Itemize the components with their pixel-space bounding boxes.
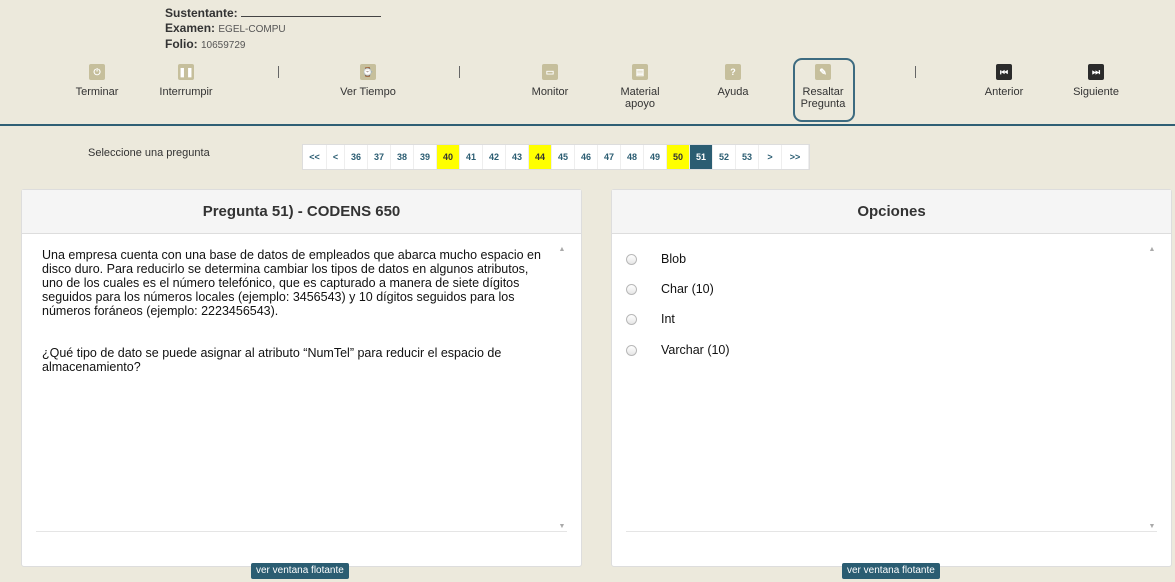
pager-question-45[interactable]: 45 [552,145,575,169]
material-label-1: Material [620,86,660,98]
scroll-up-icon[interactable]: ▲ [557,246,567,253]
ayuda-button[interactable]: ? Ayuda [693,64,773,98]
interrumpir-button[interactable]: ❚❚ Interrumpir [146,64,226,98]
resaltar-pregunta-button[interactable]: ✎ Resaltar Pregunta [783,64,863,110]
option-int[interactable]: Int [626,312,675,326]
pager-question-36[interactable]: 36 [345,145,368,169]
pager-nav-button[interactable]: < [327,145,345,169]
folio-value: 10659729 [201,40,246,51]
option-char[interactable]: Char (10) [626,282,714,296]
examen-label: Examen: [165,21,216,35]
ayuda-label: Ayuda [717,86,749,98]
float-window-button[interactable]: ver ventana flotante [842,563,940,579]
anterior-label: Anterior [984,86,1024,98]
scroll-down-icon[interactable]: ▼ [1147,523,1157,530]
toolbar-separator [459,66,460,78]
radio-button[interactable] [626,283,637,295]
pager-question-49[interactable]: 49 [644,145,667,169]
sustentante-line [241,7,382,17]
question-title: Pregunta 51) - CODENS 650 [22,190,581,234]
options-panel: Opciones Blob Char (10) Int Varchar (10)… [611,189,1172,567]
skip-forward-icon: ⏭ [1088,64,1104,80]
exam-header: Sustentante: Examen: EGEL-COMPU Folio: 1… [0,0,1175,126]
question-pager: << <36 37 38 39 40 41 42 43 44 45 46 47 48 49 50 51 52 53 >… [302,144,810,170]
panel-divider [36,531,567,532]
resaltar-label-1: Resaltar [802,86,844,98]
question-text: Una empresa cuenta con una base de datos… [42,248,542,402]
pager-question-37[interactable]: 37 [368,145,391,169]
resaltar-label-2: Pregunta [800,98,846,110]
material-label-2: apoyo [625,98,655,110]
toolbar-separator [278,66,279,78]
ver-tiempo-button[interactable]: ⌚ Ver Tiempo [328,64,408,98]
question-scrollbar[interactable]: ▲ ▼ [557,246,567,530]
options-scrollbar[interactable]: ▲ ▼ [1147,246,1157,530]
pause-icon: ❚❚ [178,64,194,80]
pager-question-51[interactable]: 51 [690,145,713,169]
pager-question-50[interactable]: 50 [667,145,690,169]
select-question-label: Seleccione una pregunta [88,147,210,159]
pager-question-40[interactable]: 40 [437,145,460,169]
power-icon: ⏻ [89,64,105,80]
pager-question-48[interactable]: 48 [621,145,644,169]
radio-button[interactable] [626,344,637,356]
pager-question-43[interactable]: 43 [506,145,529,169]
anterior-button[interactable]: ⏮ Anterior [964,64,1044,98]
option-label: Int [661,312,675,326]
interrumpir-label: Interrumpir [159,86,213,98]
pager-question-39[interactable]: 39 [414,145,437,169]
question-body: Una empresa cuenta con una base de datos… [22,234,581,566]
clock-icon: ⌚ [360,64,376,80]
material-apoyo-button[interactable]: ▤ Material apoyo [600,64,680,110]
question-prompt: ¿Qué tipo de dato se puede asignar al at… [42,346,502,374]
sustentante-label: Sustentante: [165,6,238,20]
question-paragraph: Una empresa cuenta con una base de datos… [42,248,541,318]
exam-info: Sustentante: Examen: EGEL-COMPU Folio: 1… [165,6,382,53]
pencil-icon: ✎ [815,64,831,80]
option-varchar[interactable]: Varchar (10) [626,343,730,357]
monitor-label: Monitor [531,86,569,98]
examen-value: EGEL-COMPU [218,24,286,35]
pager-question-46[interactable]: 46 [575,145,598,169]
terminar-button[interactable]: ⏻ Terminar [57,64,137,98]
terminar-label: Terminar [75,86,119,98]
options-title: Opciones [612,190,1171,234]
pager-question-41[interactable]: 41 [460,145,483,169]
option-label: Blob [661,252,687,266]
toolbar-separator [915,66,916,78]
panel-divider [626,531,1157,532]
option-label: Char (10) [661,282,714,296]
pager-nav-button[interactable]: >> [782,145,809,169]
scroll-down-icon[interactable]: ▼ [557,523,567,530]
monitor-icon: ▭ [542,64,558,80]
scroll-up-icon[interactable]: ▲ [1147,246,1157,253]
skip-back-icon: ⏮ [996,64,1012,80]
siguiente-button[interactable]: ⏭ Siguiente [1056,64,1136,98]
siguiente-label: Siguiente [1073,86,1119,98]
pager-nav-button[interactable]: > [759,145,782,169]
question-panel: Pregunta 51) - CODENS 650 Una empresa cu… [21,189,582,567]
ver-tiempo-label: Ver Tiempo [340,86,396,98]
pager-question-47[interactable]: 47 [598,145,621,169]
options-body: Blob Char (10) Int Varchar (10) ▲ ▼ [612,234,1171,566]
radio-button[interactable] [626,313,637,325]
option-label: Varchar (10) [661,343,730,357]
float-window-button[interactable]: ver ventana flotante [251,563,349,579]
option-blob[interactable]: Blob [626,252,686,266]
pager-question-38[interactable]: 38 [391,145,414,169]
help-icon: ? [725,64,741,80]
pager-question-42[interactable]: 42 [483,145,506,169]
pager-question-52[interactable]: 52 [713,145,736,169]
folio-label: Folio: [165,37,198,51]
pager-nav-button[interactable]: << [303,145,327,169]
radio-button[interactable] [626,253,637,265]
pager-question-44[interactable]: 44 [529,145,552,169]
monitor-button[interactable]: ▭ Monitor [510,64,590,98]
pager-question-53[interactable]: 53 [736,145,759,169]
document-icon: ▤ [632,64,648,80]
